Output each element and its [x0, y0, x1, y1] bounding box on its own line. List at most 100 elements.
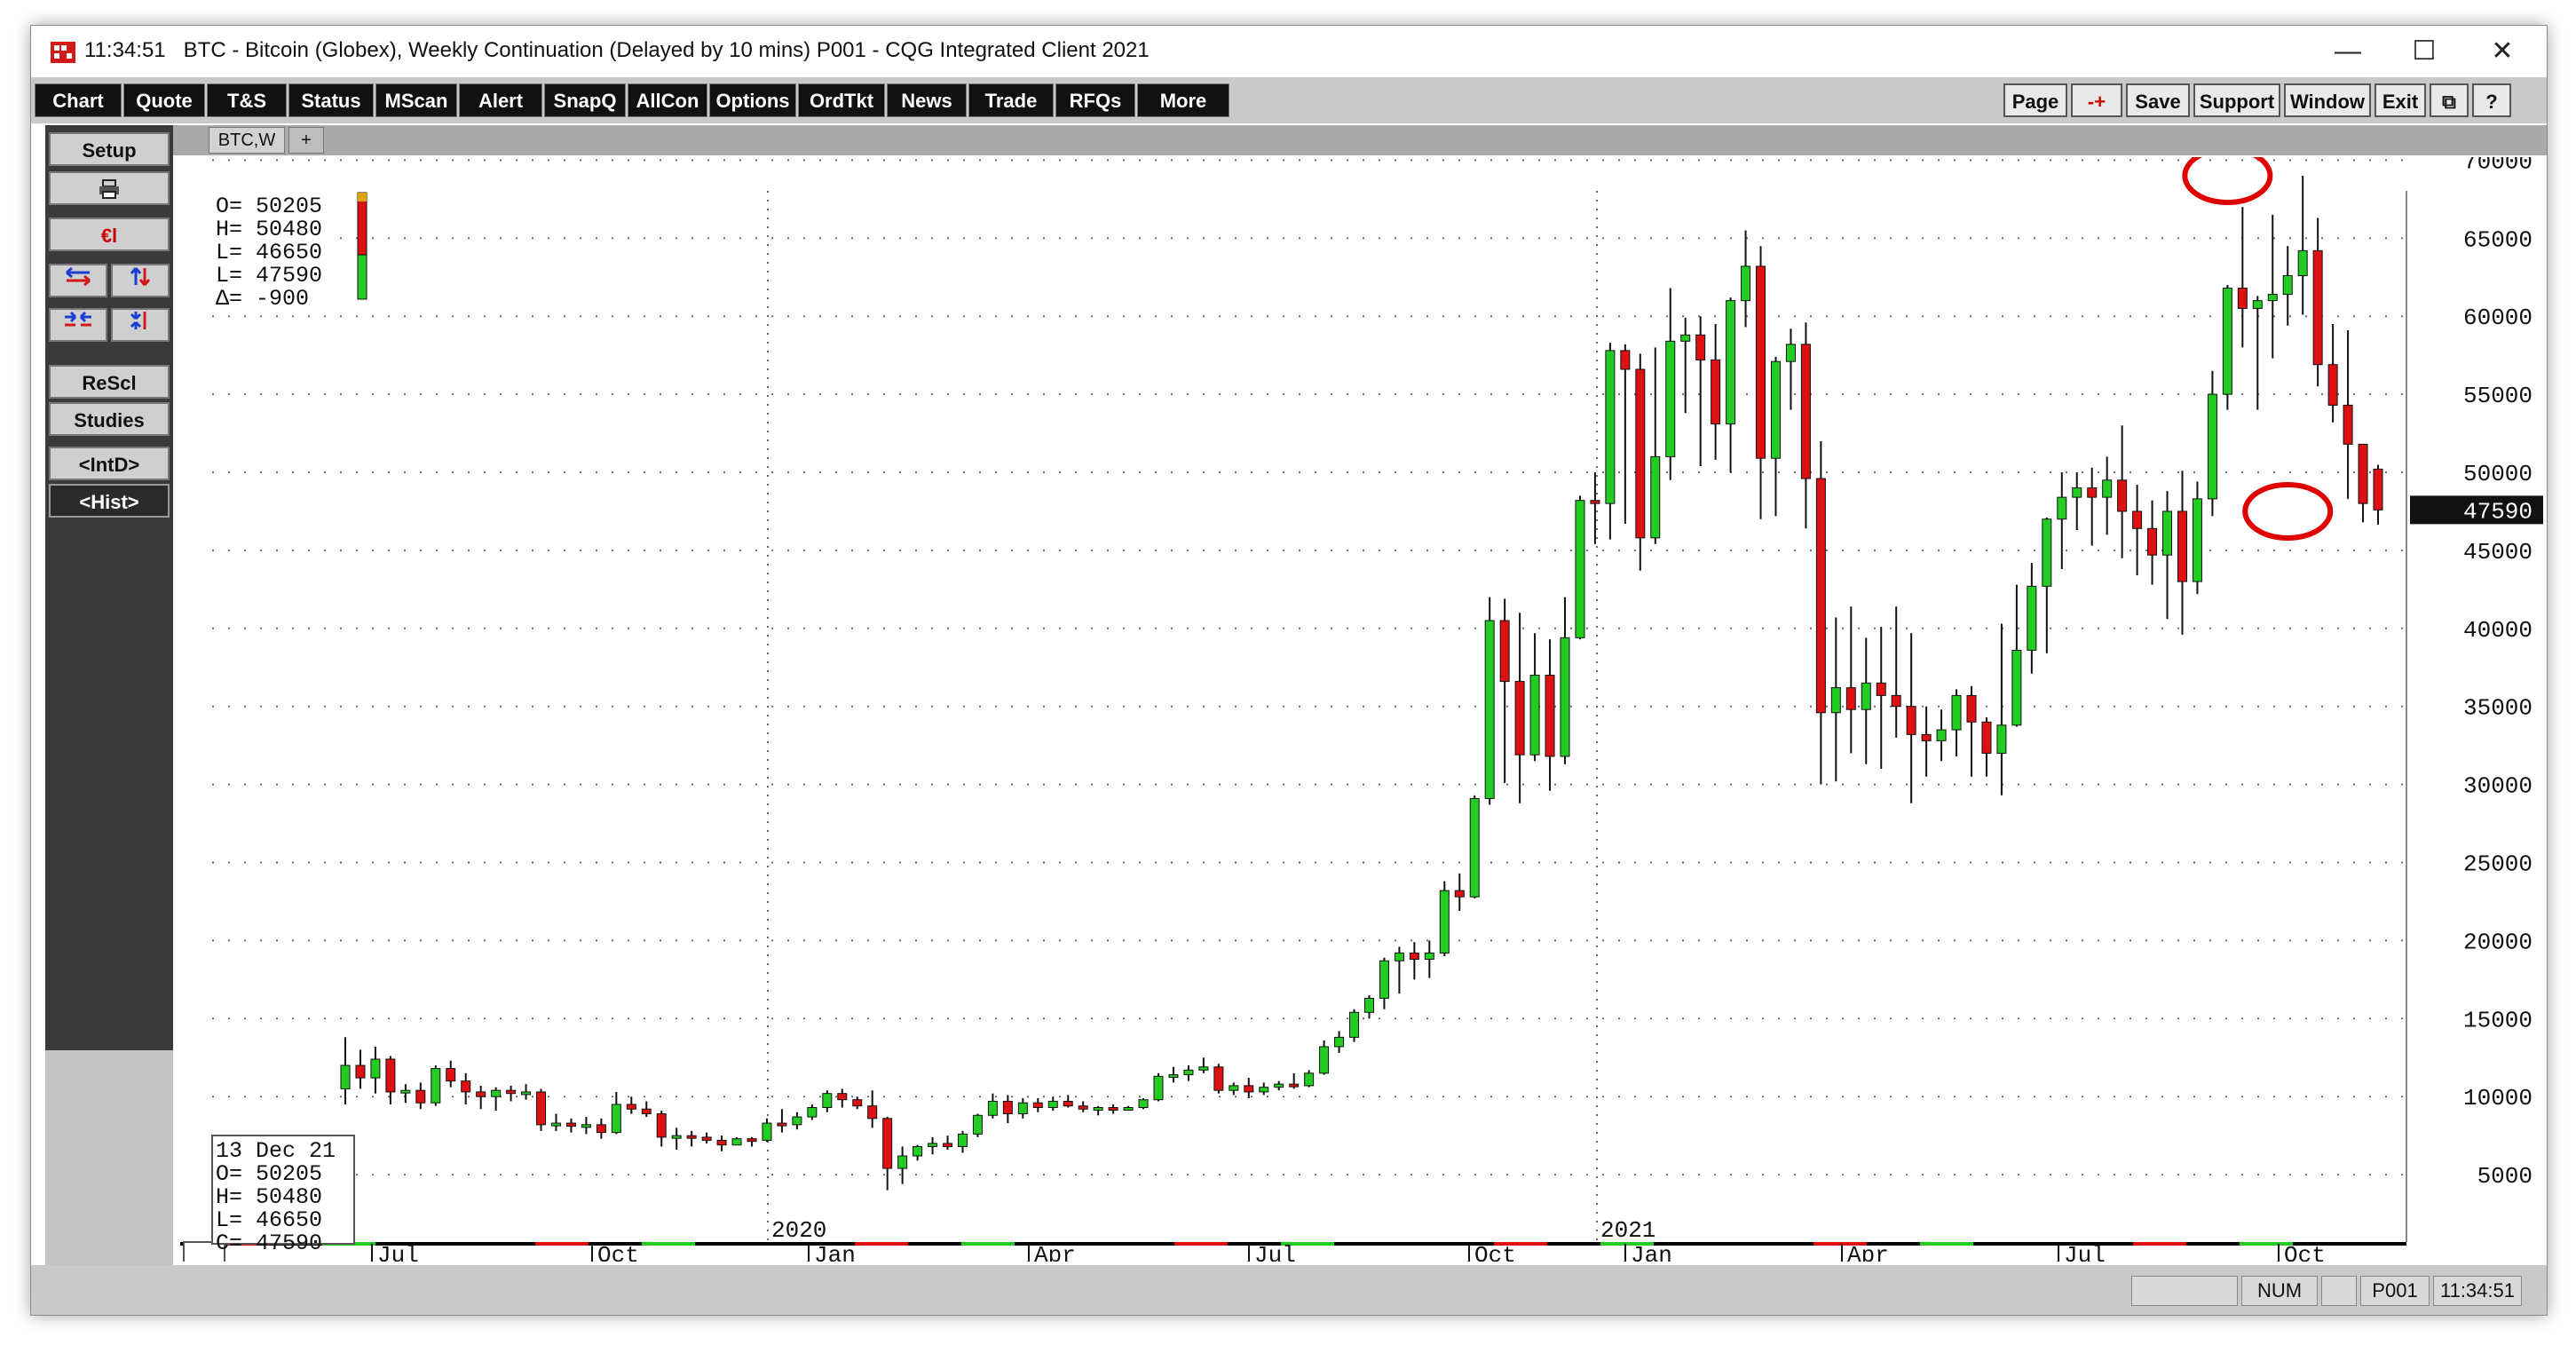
candle-down — [2343, 404, 2353, 445]
toolbar-zoom-toggle-button[interactable]: -+ — [2071, 83, 2122, 117]
toolbar-chart-button[interactable]: Chart — [35, 83, 122, 117]
toolbar-news-button[interactable]: News — [887, 83, 967, 117]
candle-up — [1198, 1066, 1209, 1071]
toolbar-mscan-button[interactable]: MScan — [375, 83, 457, 117]
ohlc-mini-marker — [358, 193, 367, 202]
candle-up — [1484, 620, 1495, 799]
candle-up — [2072, 487, 2082, 498]
x-tick-label: Apr — [1034, 1242, 1076, 1262]
tab-btc-weekly[interactable]: BTC,W — [209, 127, 285, 154]
toolbar-alert-button[interactable]: Alert — [459, 83, 542, 117]
candle-up — [1741, 265, 1751, 302]
toolbar-help-button[interactable]: ? — [2472, 83, 2511, 117]
ohlc-top-line: H= 50480 — [216, 217, 322, 242]
window-title: 11:34:51 BTC - Bitcoin (Globex), Weekly … — [84, 38, 1150, 63]
studies-button[interactable]: Studies — [49, 402, 170, 436]
left-control-panel: Setup €l ReScl Studies <IntD> <Hist> — [45, 125, 173, 1050]
candle-down — [2087, 487, 2098, 498]
candle-down — [2132, 510, 2143, 529]
minimize-button[interactable]: — — [2312, 31, 2383, 72]
candle-up — [2207, 393, 2217, 500]
year-label-2021: 2021 — [1600, 1217, 1655, 1244]
candle-up — [1349, 1011, 1360, 1038]
scroll-updown-button[interactable] — [111, 264, 170, 297]
candle-up — [1575, 500, 1585, 638]
candle-up — [1680, 334, 1691, 342]
maximize-button[interactable]: ☐ — [2389, 31, 2460, 72]
ohlc-top-line: L= 47590 — [216, 263, 322, 289]
candle-up — [1830, 687, 1841, 714]
el-button[interactable]: €l — [49, 218, 170, 251]
scroll-left-button[interactable] — [49, 264, 107, 297]
candle-down — [716, 1139, 727, 1146]
candle-up — [1229, 1085, 1239, 1091]
setup-button[interactable]: Setup — [49, 132, 170, 166]
time-axis-segment — [748, 1242, 802, 1246]
y-tick-label: 10000 — [2463, 1085, 2533, 1112]
toolbar-window-button[interactable]: Window — [2284, 83, 2371, 117]
x-tick-label: Oct — [597, 1242, 639, 1262]
candle-down — [641, 1108, 652, 1115]
toolbar-snapq-button[interactable]: SnapQ — [544, 83, 626, 117]
candle-down — [1756, 265, 1766, 459]
candle-down — [1711, 359, 1721, 425]
candle-down — [461, 1080, 471, 1093]
candle-up — [370, 1058, 381, 1079]
toolbar-page-button[interactable]: Page — [2003, 83, 2067, 117]
candle-up — [1665, 340, 1676, 457]
toolbar-options-button[interactable]: Options — [709, 83, 796, 117]
toolbar-allcon-button[interactable]: AllCon — [628, 83, 707, 117]
candle-up — [1861, 682, 1871, 710]
candle-down — [1590, 500, 1600, 504]
candle-up — [1363, 997, 1374, 1013]
candle-up — [1424, 952, 1434, 960]
candle-down — [2312, 249, 2323, 366]
toolbar-save-button[interactable]: Save — [2126, 83, 2190, 117]
x-tick-label: Jul — [2064, 1242, 2106, 1262]
toolbar-status-button[interactable]: Status — [288, 83, 374, 117]
candle-up — [1319, 1046, 1330, 1074]
toolbar-trade-button[interactable]: Trade — [968, 83, 1054, 117]
candle-up — [792, 1116, 802, 1126]
toolbar-ts-button[interactable]: T&S — [207, 83, 287, 117]
window-time: 11:34:51 — [84, 38, 166, 62]
ohlc-bottom-line: C= 47590 — [216, 1230, 322, 1256]
candle-down — [536, 1091, 547, 1126]
candle-up — [1785, 344, 1796, 362]
y-tick-label: 60000 — [2463, 305, 2533, 331]
toolbar-more-button[interactable]: More — [1137, 83, 1229, 117]
rescale-button[interactable]: ReScl — [49, 365, 170, 399]
historical-button[interactable]: <Hist> — [49, 484, 170, 518]
candle-down — [2237, 288, 2248, 309]
candle-down — [355, 1064, 366, 1079]
status-empty-field-2 — [2321, 1276, 2357, 1306]
add-tab-button[interactable]: + — [288, 127, 324, 154]
candle-down — [385, 1058, 396, 1093]
candlestick-chart[interactable]: 5000 10000 15000 20000 25000 30000 35000 40000 4… — [180, 146, 2547, 1278]
zoom-vertical-button[interactable] — [111, 308, 170, 342]
status-bar: NUM P001 11:34:51 — [31, 1265, 2547, 1315]
candle-up — [1996, 724, 2007, 754]
toolbar-support-button[interactable]: Support — [2193, 83, 2280, 117]
toolbar-ordtkt-button[interactable]: OrdTkt — [798, 83, 885, 117]
candle-up — [491, 1089, 502, 1097]
intraday-button[interactable]: <IntD> — [49, 447, 170, 480]
candle-down — [1409, 952, 1419, 960]
close-button[interactable]: ✕ — [2467, 31, 2538, 72]
y-tick-label: 55000 — [2463, 383, 2533, 409]
candle-down — [1981, 721, 1992, 754]
print-button[interactable] — [49, 171, 170, 205]
candle-up — [2297, 249, 2308, 276]
time-axis-segment — [642, 1242, 695, 1246]
toolbar-rfqs-button[interactable]: RFQs — [1055, 83, 1135, 117]
x-tick-label: Apr — [1847, 1242, 1889, 1262]
toolbar-exit-button[interactable]: Exit — [2375, 83, 2426, 117]
toolbar-quote-button[interactable]: Quote — [123, 83, 205, 117]
candle-down — [852, 1099, 863, 1107]
candle-up — [1153, 1075, 1164, 1101]
chart-area[interactable]: 5000 10000 15000 20000 25000 30000 35000 40000 4… — [180, 146, 2547, 1278]
main-toolbar: Chart Quote T&S Status MScan Alert SnapQ AllCon… — [31, 77, 2547, 123]
candle-up — [581, 1124, 591, 1128]
zoom-horizontal-button[interactable] — [49, 308, 107, 342]
toolbar-restore-window-button[interactable]: ⧉ — [2430, 83, 2469, 117]
